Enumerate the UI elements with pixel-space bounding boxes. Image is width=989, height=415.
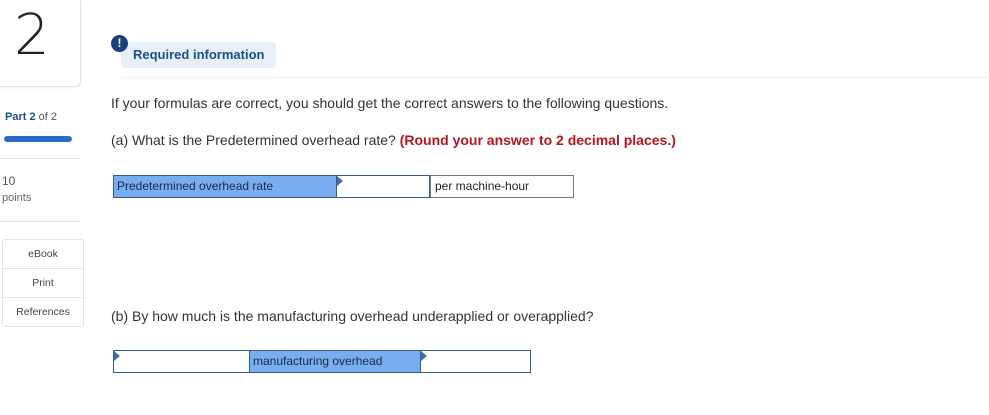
answer-row-a: Predetermined overhead rate: [113, 175, 430, 198]
row-b-label: manufacturing overhead: [249, 351, 420, 372]
part-prefix: Part: [5, 111, 27, 123]
question-a-text: (a) What is the Predetermined overhead r…: [111, 132, 396, 148]
question-number: 2: [14, 3, 50, 68]
intro-text: If your formulas are correct, you should…: [111, 95, 669, 111]
points-label: points: [2, 192, 32, 204]
part-current: 2: [29, 111, 36, 123]
row-a-unit: per machine-hour: [430, 175, 574, 198]
required-information-label: Required information: [121, 42, 277, 68]
references-button[interactable]: References: [3, 298, 83, 326]
row-a-input-cell: [336, 176, 429, 197]
part-indicator: Part 2 of 2: [5, 111, 57, 123]
ebook-button[interactable]: eBook: [3, 240, 83, 269]
question-number-box: 2: [0, 0, 81, 87]
sidebar: 2 Part 2 of 2 10 points eBook Print Refe…: [0, 0, 84, 415]
overhead-rate-input[interactable]: [337, 176, 429, 197]
question-a: (a) What is the Predetermined overhead r…: [111, 132, 676, 148]
overhead-amount-input[interactable]: [421, 351, 530, 372]
print-button[interactable]: Print: [3, 269, 83, 298]
row-b-input-cell: [420, 351, 530, 372]
alert-icon: !: [111, 35, 128, 52]
underapplied-overapplied-select[interactable]: [114, 351, 249, 372]
divider: [0, 221, 80, 222]
question-a-note: (Round your answer to 2 decimal places.): [399, 132, 676, 148]
resource-buttons: eBook Print References: [2, 239, 84, 327]
part-progress-fill: [4, 136, 72, 142]
divider: [0, 158, 80, 159]
row-a-label: Predetermined overhead rate: [114, 176, 336, 197]
points-value: 10: [2, 174, 16, 188]
part-progress-bar: [4, 136, 72, 142]
question-b: (b) By how much is the manufacturing ove…: [111, 308, 594, 324]
answer-row-b: manufacturing overhead: [113, 350, 531, 373]
part-of: of 2: [38, 111, 58, 123]
header-divider: [121, 77, 987, 78]
row-b-select-cell: [114, 351, 249, 372]
